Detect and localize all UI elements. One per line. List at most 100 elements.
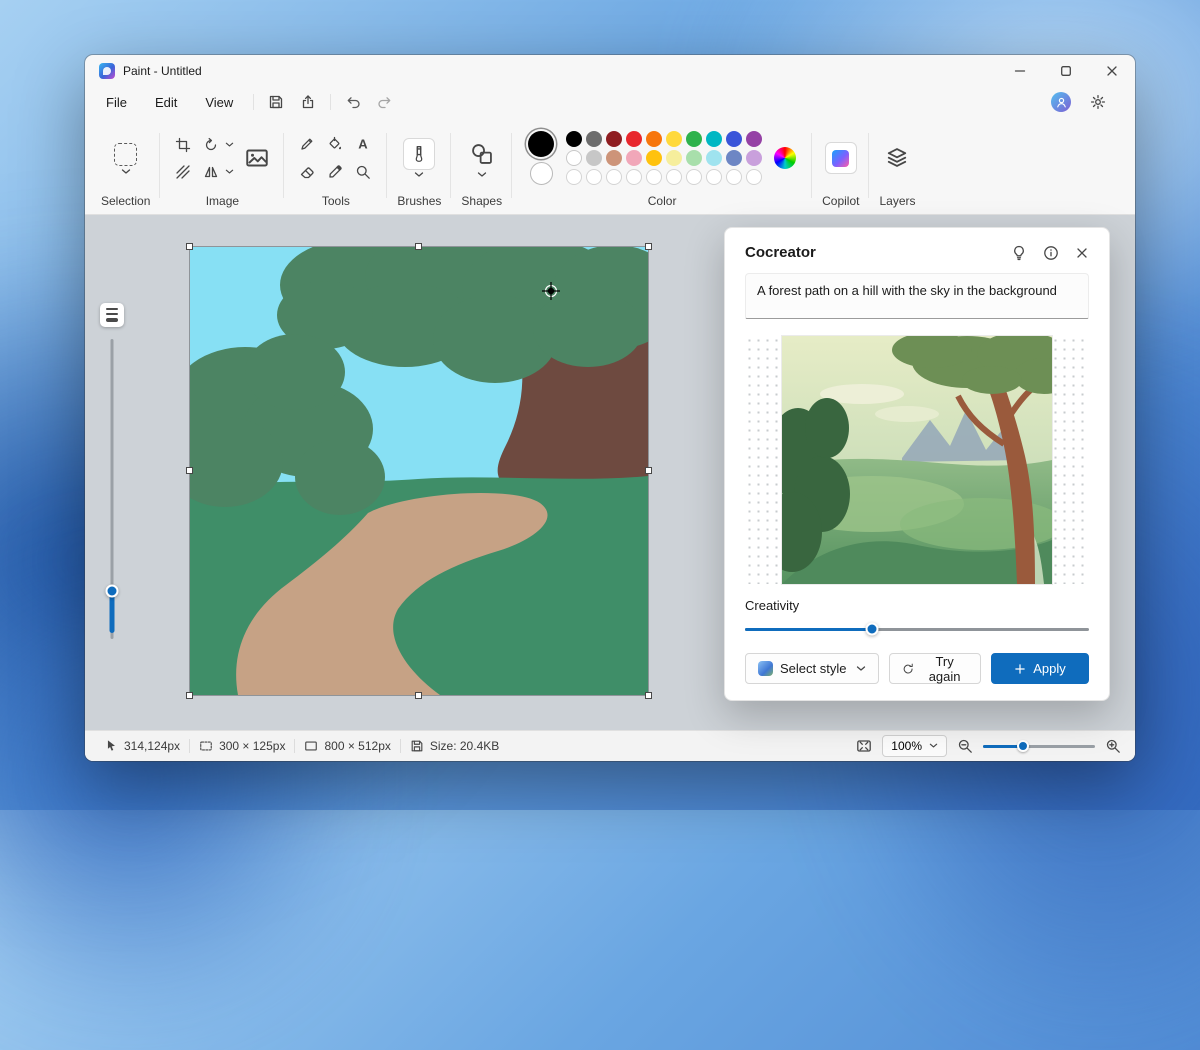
edit-colors-button[interactable] (774, 147, 796, 169)
color-swatch[interactable] (606, 150, 622, 166)
close-panel-button[interactable] (1075, 246, 1089, 260)
maximize-button[interactable] (1043, 55, 1089, 87)
flip-icon (203, 164, 219, 180)
custom-color-slot[interactable] (746, 169, 762, 185)
account-avatar[interactable] (1051, 92, 1071, 112)
color-swatch[interactable] (746, 131, 762, 147)
custom-color-slot[interactable] (666, 169, 682, 185)
color-swatch[interactable] (726, 131, 742, 147)
color-swatch[interactable] (566, 131, 582, 147)
selection-handle[interactable] (645, 692, 652, 699)
crop-button[interactable] (170, 132, 196, 158)
settings-button[interactable] (1083, 89, 1113, 115)
color-swatch[interactable] (626, 131, 642, 147)
fill-tool-button[interactable] (322, 131, 348, 157)
color-swatch[interactable] (706, 131, 722, 147)
pencil-tool-button[interactable] (294, 131, 320, 157)
flip-button[interactable] (198, 159, 224, 185)
redo-button[interactable] (370, 89, 400, 115)
selection-handle[interactable] (645, 467, 652, 474)
try-again-button[interactable]: Try again (889, 653, 981, 684)
info-button[interactable] (1043, 245, 1059, 261)
menu-edit[interactable]: Edit (142, 91, 190, 114)
color-swatch[interactable] (626, 150, 642, 166)
shapes-button[interactable] (466, 138, 498, 170)
menu-file[interactable]: File (93, 91, 140, 114)
size-slider-thumb[interactable] (106, 585, 119, 598)
close-button[interactable] (1089, 55, 1135, 87)
rotate-button[interactable] (198, 132, 224, 158)
apply-button[interactable]: Apply (991, 653, 1089, 684)
selection-handle[interactable] (186, 692, 193, 699)
color-swatch[interactable] (726, 150, 742, 166)
color-swatch[interactable] (666, 150, 682, 166)
selection-handle[interactable] (645, 243, 652, 250)
share-button[interactable] (293, 89, 323, 115)
custom-color-slot[interactable] (566, 169, 582, 185)
chevron-down-icon[interactable] (414, 172, 424, 178)
color-swatch[interactable] (706, 150, 722, 166)
selection-handle[interactable] (415, 243, 422, 250)
copilot-button[interactable] (825, 142, 857, 174)
color-swatch[interactable] (566, 150, 582, 166)
creativity-slider-thumb[interactable] (866, 623, 879, 636)
save-button[interactable] (261, 89, 291, 115)
select-style-button[interactable]: Select style (745, 653, 879, 684)
chevron-down-icon[interactable] (225, 142, 234, 148)
brushes-button[interactable] (403, 138, 435, 170)
text-tool-button[interactable]: A (350, 131, 376, 157)
color-swatch[interactable] (586, 150, 602, 166)
layers-button[interactable] (881, 142, 913, 174)
chevron-down-icon[interactable] (225, 169, 234, 175)
color-swatch[interactable] (646, 131, 662, 147)
creativity-slider (745, 621, 1089, 637)
zoom-level-dropdown[interactable]: 100% (882, 735, 947, 757)
selection-tool-button[interactable] (113, 141, 139, 167)
magnifier-tool-button[interactable] (350, 159, 376, 185)
suggestions-button[interactable] (1011, 245, 1027, 261)
custom-color-slot[interactable] (646, 169, 662, 185)
color-picker-tool-button[interactable] (322, 159, 348, 185)
foreground-color-swatch[interactable] (528, 131, 554, 157)
custom-color-slot[interactable] (606, 169, 622, 185)
thickness-icon[interactable] (100, 303, 124, 327)
custom-color-slot[interactable] (586, 169, 602, 185)
brush-size-slider (99, 303, 125, 639)
shapes-icon (471, 143, 493, 165)
color-swatch[interactable] (686, 131, 702, 147)
prompt-input[interactable]: A forest path on a hill with the sky in … (745, 273, 1089, 319)
zoom-slider-thumb[interactable] (1017, 740, 1029, 752)
color-swatch[interactable] (646, 150, 662, 166)
menu-view[interactable]: View (192, 91, 246, 114)
color-swatch[interactable] (666, 131, 682, 147)
zoom-out-button[interactable] (957, 738, 973, 754)
selection-handle[interactable] (415, 692, 422, 699)
generated-image[interactable] (782, 336, 1052, 584)
custom-color-slot[interactable] (726, 169, 742, 185)
pencil-icon (299, 136, 315, 152)
fit-to-window-button[interactable] (856, 738, 872, 754)
zoom-in-button[interactable] (1105, 738, 1121, 754)
custom-color-slot[interactable] (706, 169, 722, 185)
custom-color-slot[interactable] (626, 169, 642, 185)
drawing-canvas[interactable] (190, 247, 648, 695)
chevron-down-icon[interactable] (477, 172, 487, 178)
color-swatch[interactable] (586, 131, 602, 147)
image-options-button[interactable] (240, 141, 274, 175)
cursor-icon (104, 739, 118, 753)
background-color-swatch[interactable] (530, 162, 553, 185)
color-swatch[interactable] (606, 131, 622, 147)
undo-button[interactable] (338, 89, 368, 115)
chevron-down-icon[interactable] (121, 169, 131, 175)
color-swatch[interactable] (746, 150, 762, 166)
cursor-position: 314,124px (95, 739, 189, 753)
eraser-tool-button[interactable] (294, 159, 320, 185)
color-swatch[interactable] (686, 150, 702, 166)
minimize-button[interactable] (997, 55, 1043, 87)
custom-color-slot[interactable] (686, 169, 702, 185)
resize-skew-button[interactable] (170, 159, 196, 185)
selection-handle[interactable] (186, 243, 193, 250)
brushes-group-label: Brushes (397, 192, 441, 211)
info-icon (1043, 245, 1059, 261)
selection-handle[interactable] (186, 467, 193, 474)
